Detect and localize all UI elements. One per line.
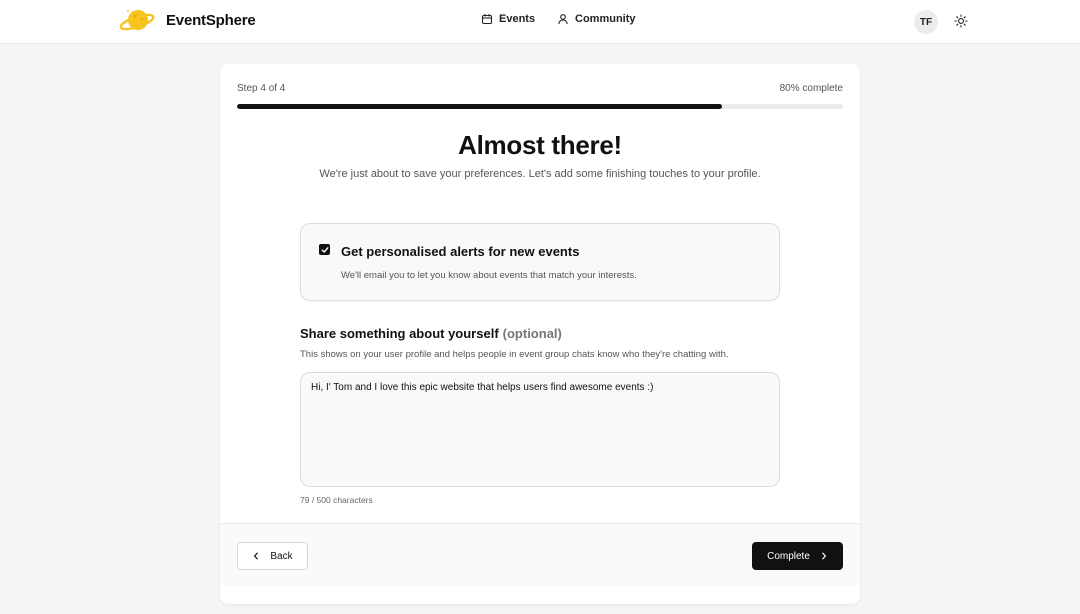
bio-label-text: Share something about yourself: [300, 326, 499, 341]
nav-community-label: Community: [575, 13, 636, 25]
page-subtitle: We're just about to save your preference…: [319, 168, 761, 180]
card-footer: Back Complete: [220, 523, 860, 586]
chevron-right-icon: [822, 552, 826, 560]
alerts-title[interactable]: Get personalised alerts for new events: [341, 244, 579, 259]
complete-button[interactable]: Complete: [752, 542, 843, 570]
onboarding-card: Step 4 of 4 80% complete Almost there! W…: [220, 64, 860, 604]
bio-textarea[interactable]: Hi, I' Tom and I love this epic website …: [300, 372, 780, 487]
progress-percent: 80% complete: [779, 83, 843, 94]
step-label: Step 4 of 4: [237, 83, 286, 94]
char-count: 79 / 500 characters: [300, 495, 373, 505]
user-avatar[interactable]: TF: [914, 10, 938, 34]
progress-bar: [237, 104, 843, 109]
progress-fill: [237, 104, 722, 109]
alerts-checkbox[interactable]: [319, 244, 330, 255]
complete-button-label: Complete: [767, 550, 810, 562]
nav-community[interactable]: Community: [557, 13, 636, 25]
alerts-description: We'll email you to let you know about ev…: [341, 270, 637, 281]
bio-help-text: This shows on your user profile and help…: [300, 349, 729, 360]
bio-optional-tag: (optional): [502, 326, 562, 341]
top-header: EventSphere Events Community TF: [0, 0, 1080, 44]
check-icon: [321, 246, 328, 253]
back-button-label: Back: [270, 550, 293, 562]
page-title: Almost there!: [458, 130, 622, 160]
user-icon: [558, 14, 568, 25]
sun-icon[interactable]: [954, 14, 968, 28]
logo[interactable]: [119, 6, 155, 36]
nav-events[interactable]: Events: [481, 13, 535, 25]
bio-label: Share something about yourself (optional): [300, 326, 562, 341]
brand-name[interactable]: EventSphere: [166, 12, 256, 29]
chevron-left-icon: [254, 552, 259, 560]
nav-events-label: Events: [499, 13, 536, 25]
calendar-icon: [481, 14, 493, 25]
back-button[interactable]: Back: [237, 542, 308, 570]
alerts-option-card[interactable]: Get personalised alerts for new events W…: [300, 223, 780, 301]
planet-logo-icon: [119, 10, 155, 31]
